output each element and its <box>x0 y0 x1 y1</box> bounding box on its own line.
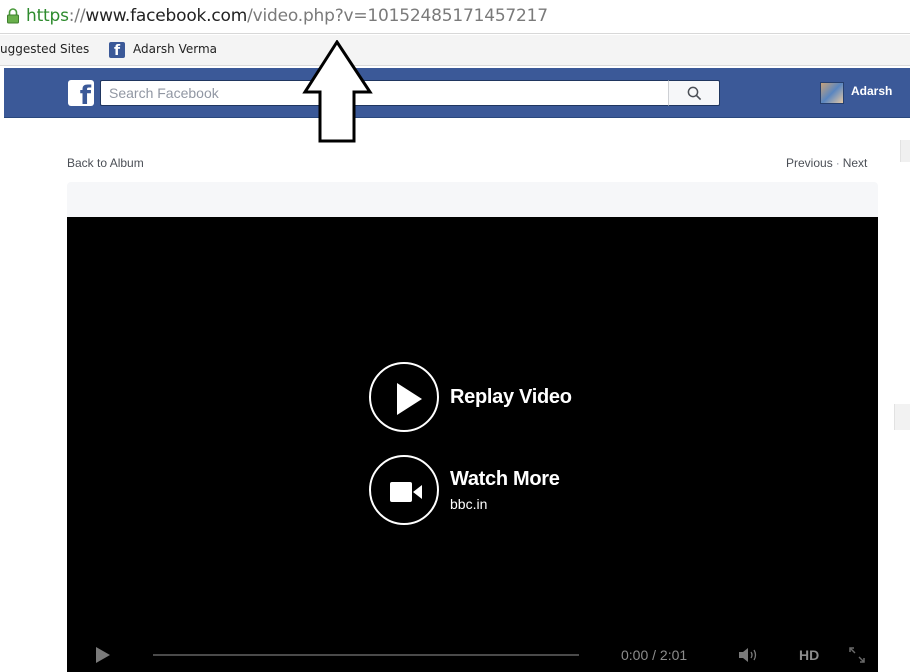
watch-more-label[interactable]: Watch More <box>450 468 560 491</box>
replay-video-label[interactable]: Replay Video <box>450 386 572 409</box>
user-name-link[interactable]: Adarsh <box>851 84 892 98</box>
arrow-up-icon <box>302 40 373 143</box>
url-separator: :// <box>68 6 86 26</box>
facebook-bookmark-icon: f <box>109 42 125 58</box>
watch-more-button[interactable] <box>369 455 439 525</box>
lock-icon <box>7 8 19 24</box>
search-icon <box>687 86 702 101</box>
pager: Previous · Next <box>786 156 867 170</box>
address-bar[interactable]: https://www.facebook.com/video.php?v=101… <box>0 0 910 34</box>
play-icon[interactable] <box>95 647 111 663</box>
url-path: /video.php?v=10152485171457217 <box>247 6 548 26</box>
replay-button[interactable] <box>369 362 439 432</box>
video-player[interactable]: Replay Video Watch More bbc.in 0:00 / 2:… <box>67 217 878 672</box>
url-scheme: https <box>26 6 69 26</box>
volume-icon[interactable] <box>739 648 761 662</box>
bookmarks-bar: uggested Sites f Adarsh Verma <box>0 35 910 66</box>
avatar[interactable] <box>820 82 844 104</box>
url-text[interactable]: https://www.facebook.com/video.php?v=101… <box>26 4 548 28</box>
play-icon <box>397 383 422 415</box>
fullscreen-icon[interactable] <box>849 647 865 663</box>
url-host: www.facebook.com <box>85 6 248 26</box>
facebook-logo-icon[interactable]: f <box>68 80 94 106</box>
previous-link[interactable]: Previous <box>786 156 833 170</box>
video-source-link[interactable]: bbc.in <box>450 496 487 512</box>
facebook-header: f Adarsh <box>4 68 910 118</box>
camera-icon <box>390 482 422 502</box>
video-controls: 0:00 / 2:01 HD <box>67 637 878 672</box>
hd-button[interactable]: HD <box>799 647 819 663</box>
back-to-album-link[interactable]: Back to Album <box>67 156 144 170</box>
search-input[interactable] <box>101 81 671 105</box>
side-edge <box>900 140 910 162</box>
video-header-strip <box>67 182 878 218</box>
progress-bar[interactable] <box>153 654 579 656</box>
side-edge <box>894 404 910 430</box>
screen: https://www.facebook.com/video.php?v=101… <box>0 0 910 672</box>
pager-separator: · <box>835 156 840 170</box>
search-button[interactable] <box>668 80 720 106</box>
bookmark-adarsh-verma[interactable]: Adarsh Verma <box>133 42 217 56</box>
search-box <box>100 80 672 106</box>
time-display: 0:00 / 2:01 <box>621 647 688 663</box>
next-link[interactable]: Next <box>843 156 868 170</box>
bookmark-suggested-sites[interactable]: uggested Sites <box>0 42 89 56</box>
